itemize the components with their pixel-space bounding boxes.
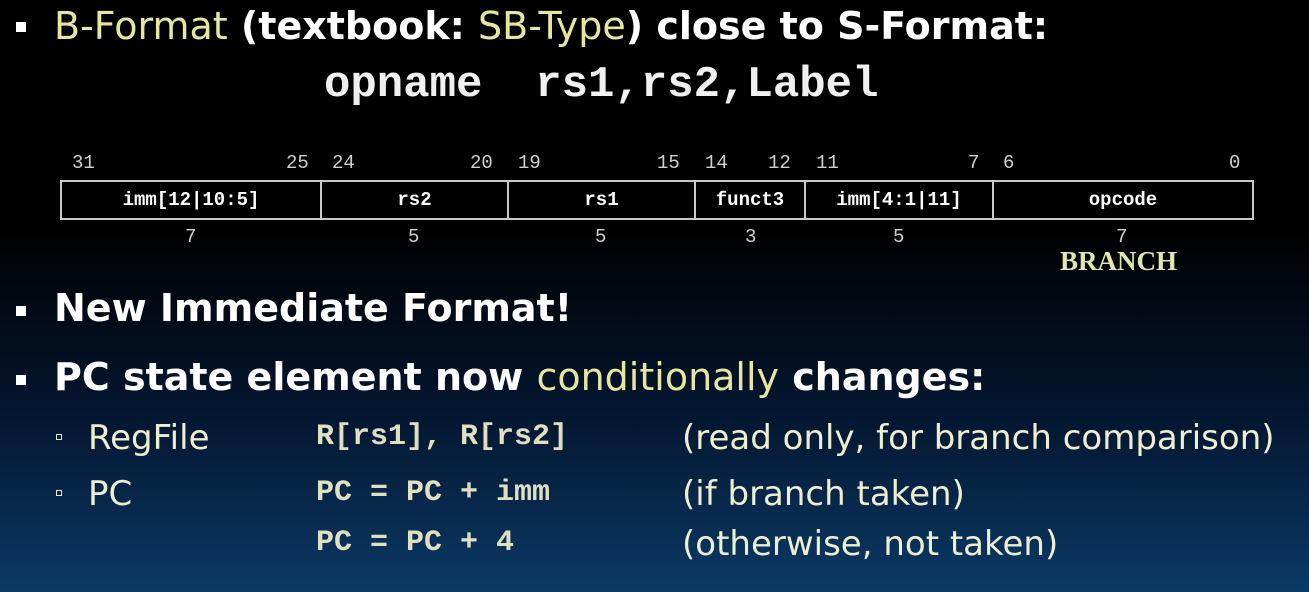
format-heading: B-Format (textbook: SB-Type) close to S-… — [54, 4, 1048, 48]
bullet-marker — [16, 375, 26, 385]
field-width: 5 — [595, 226, 607, 248]
field-rs1: rs1 — [507, 180, 696, 220]
field-width: 5 — [408, 226, 420, 248]
bit-number: 7 — [968, 152, 980, 174]
regfile-label: RegFile — [88, 418, 210, 458]
sb-type-label: SB-Type — [478, 4, 626, 48]
bit-number: 31 — [72, 152, 95, 174]
field-width: 3 — [745, 226, 757, 248]
pc-plus4-code: PC = PC + 4 — [316, 526, 515, 560]
pc-plus4-note: (otherwise, not taken) — [682, 524, 1059, 564]
pc-label: PC — [88, 474, 133, 514]
bit-number: 14 — [705, 152, 728, 174]
instruction-syntax: opname rs1,rs2,Label — [324, 60, 879, 110]
field-width: 5 — [893, 226, 905, 248]
conditionally-text: conditionally — [536, 355, 780, 399]
changes-text: changes: — [779, 355, 986, 399]
s-format-label: ) close to S-Format: — [625, 4, 1049, 48]
field-opcode: opcode — [992, 180, 1254, 220]
bullet-marker — [16, 306, 26, 316]
pc-imm-note: (if branch taken) — [682, 474, 965, 514]
sub-bullet-marker — [56, 490, 62, 496]
field-width: 7 — [185, 226, 197, 248]
bit-number: 6 — [1003, 152, 1015, 174]
opcode-value-branch: BRANCH — [1060, 246, 1178, 276]
sub-bullet-marker — [56, 434, 62, 440]
field-width: 7 — [1116, 226, 1128, 248]
new-immediate-heading: New Immediate Format! — [54, 286, 573, 330]
textbook-label: (textbook: — [227, 4, 479, 48]
bit-number: 25 — [286, 152, 309, 174]
regfile-note: (read only, for branch comparison) — [682, 418, 1275, 458]
field-funct3: funct3 — [694, 180, 806, 220]
regfile-code: R[rs1], R[rs2] — [316, 420, 569, 454]
bit-number: 11 — [816, 152, 839, 174]
bit-number: 20 — [470, 152, 493, 174]
bullet-marker — [16, 22, 26, 32]
pc-imm-code: PC = PC + imm — [316, 476, 551, 510]
field-imm-high: imm[12|10:5] — [60, 180, 322, 220]
bit-number: 15 — [657, 152, 680, 174]
field-imm-low: imm[4:1|11] — [804, 180, 994, 220]
bit-number: 19 — [518, 152, 541, 174]
field-rs2: rs2 — [320, 180, 509, 220]
bit-number: 12 — [768, 152, 791, 174]
pc-state-heading: PC state element now conditionally chang… — [54, 355, 985, 399]
instruction-format-table: imm[12|10:5] rs2 rs1 funct3 imm[4:1|11] … — [60, 180, 1254, 220]
bit-number: 0 — [1229, 152, 1241, 174]
bit-number: 24 — [332, 152, 355, 174]
pc-state-text: PC state element now — [54, 355, 537, 399]
b-format-label: B-Format — [54, 4, 228, 48]
